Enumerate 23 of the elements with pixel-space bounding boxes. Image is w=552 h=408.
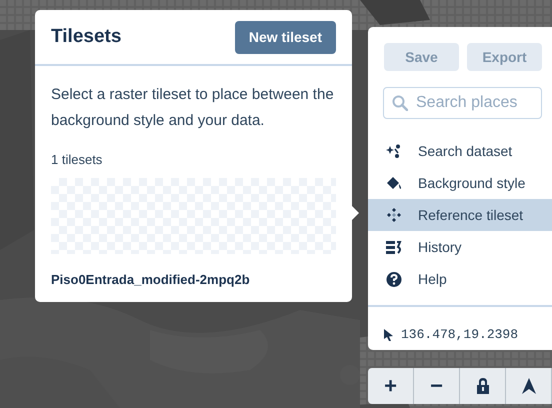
help-icon (386, 272, 402, 286)
panel-description: Select a raster tileset to place between the background style and your data. (51, 85, 335, 131)
zoom-button[interactable]: − (414, 368, 460, 404)
diamond-tiles-icon (386, 208, 402, 222)
north-arrow-icon (522, 378, 536, 394)
tileset-count: 1 tilesets (51, 151, 104, 169)
paint-bucket-icon (386, 176, 402, 190)
search-icon (392, 95, 408, 111)
tileset-name[interactable]: Piso0Entrada_modified-2mpq2b (51, 270, 336, 289)
coordinates: 136.478,19.2398 (401, 326, 518, 344)
zoom-button[interactable]: + (368, 368, 414, 404)
history-icon (386, 240, 402, 254)
sparkle-icon (386, 144, 402, 158)
panel-title: Tilesets (51, 24, 122, 49)
cursor-icon (384, 328, 393, 341)
menu-item[interactable]: Search dataset (368, 135, 552, 167)
search-field[interactable]: Search places (383, 87, 542, 119)
menu-item[interactable]: Background style (368, 167, 552, 199)
lock-icon (476, 378, 490, 394)
menu-item[interactable]: History (368, 231, 552, 263)
menu-item[interactable]: Reference tileset (368, 199, 552, 231)
menu-item[interactable]: Help (368, 263, 552, 295)
new-tileset-button[interactable]: New tileset (234, 20, 336, 54)
